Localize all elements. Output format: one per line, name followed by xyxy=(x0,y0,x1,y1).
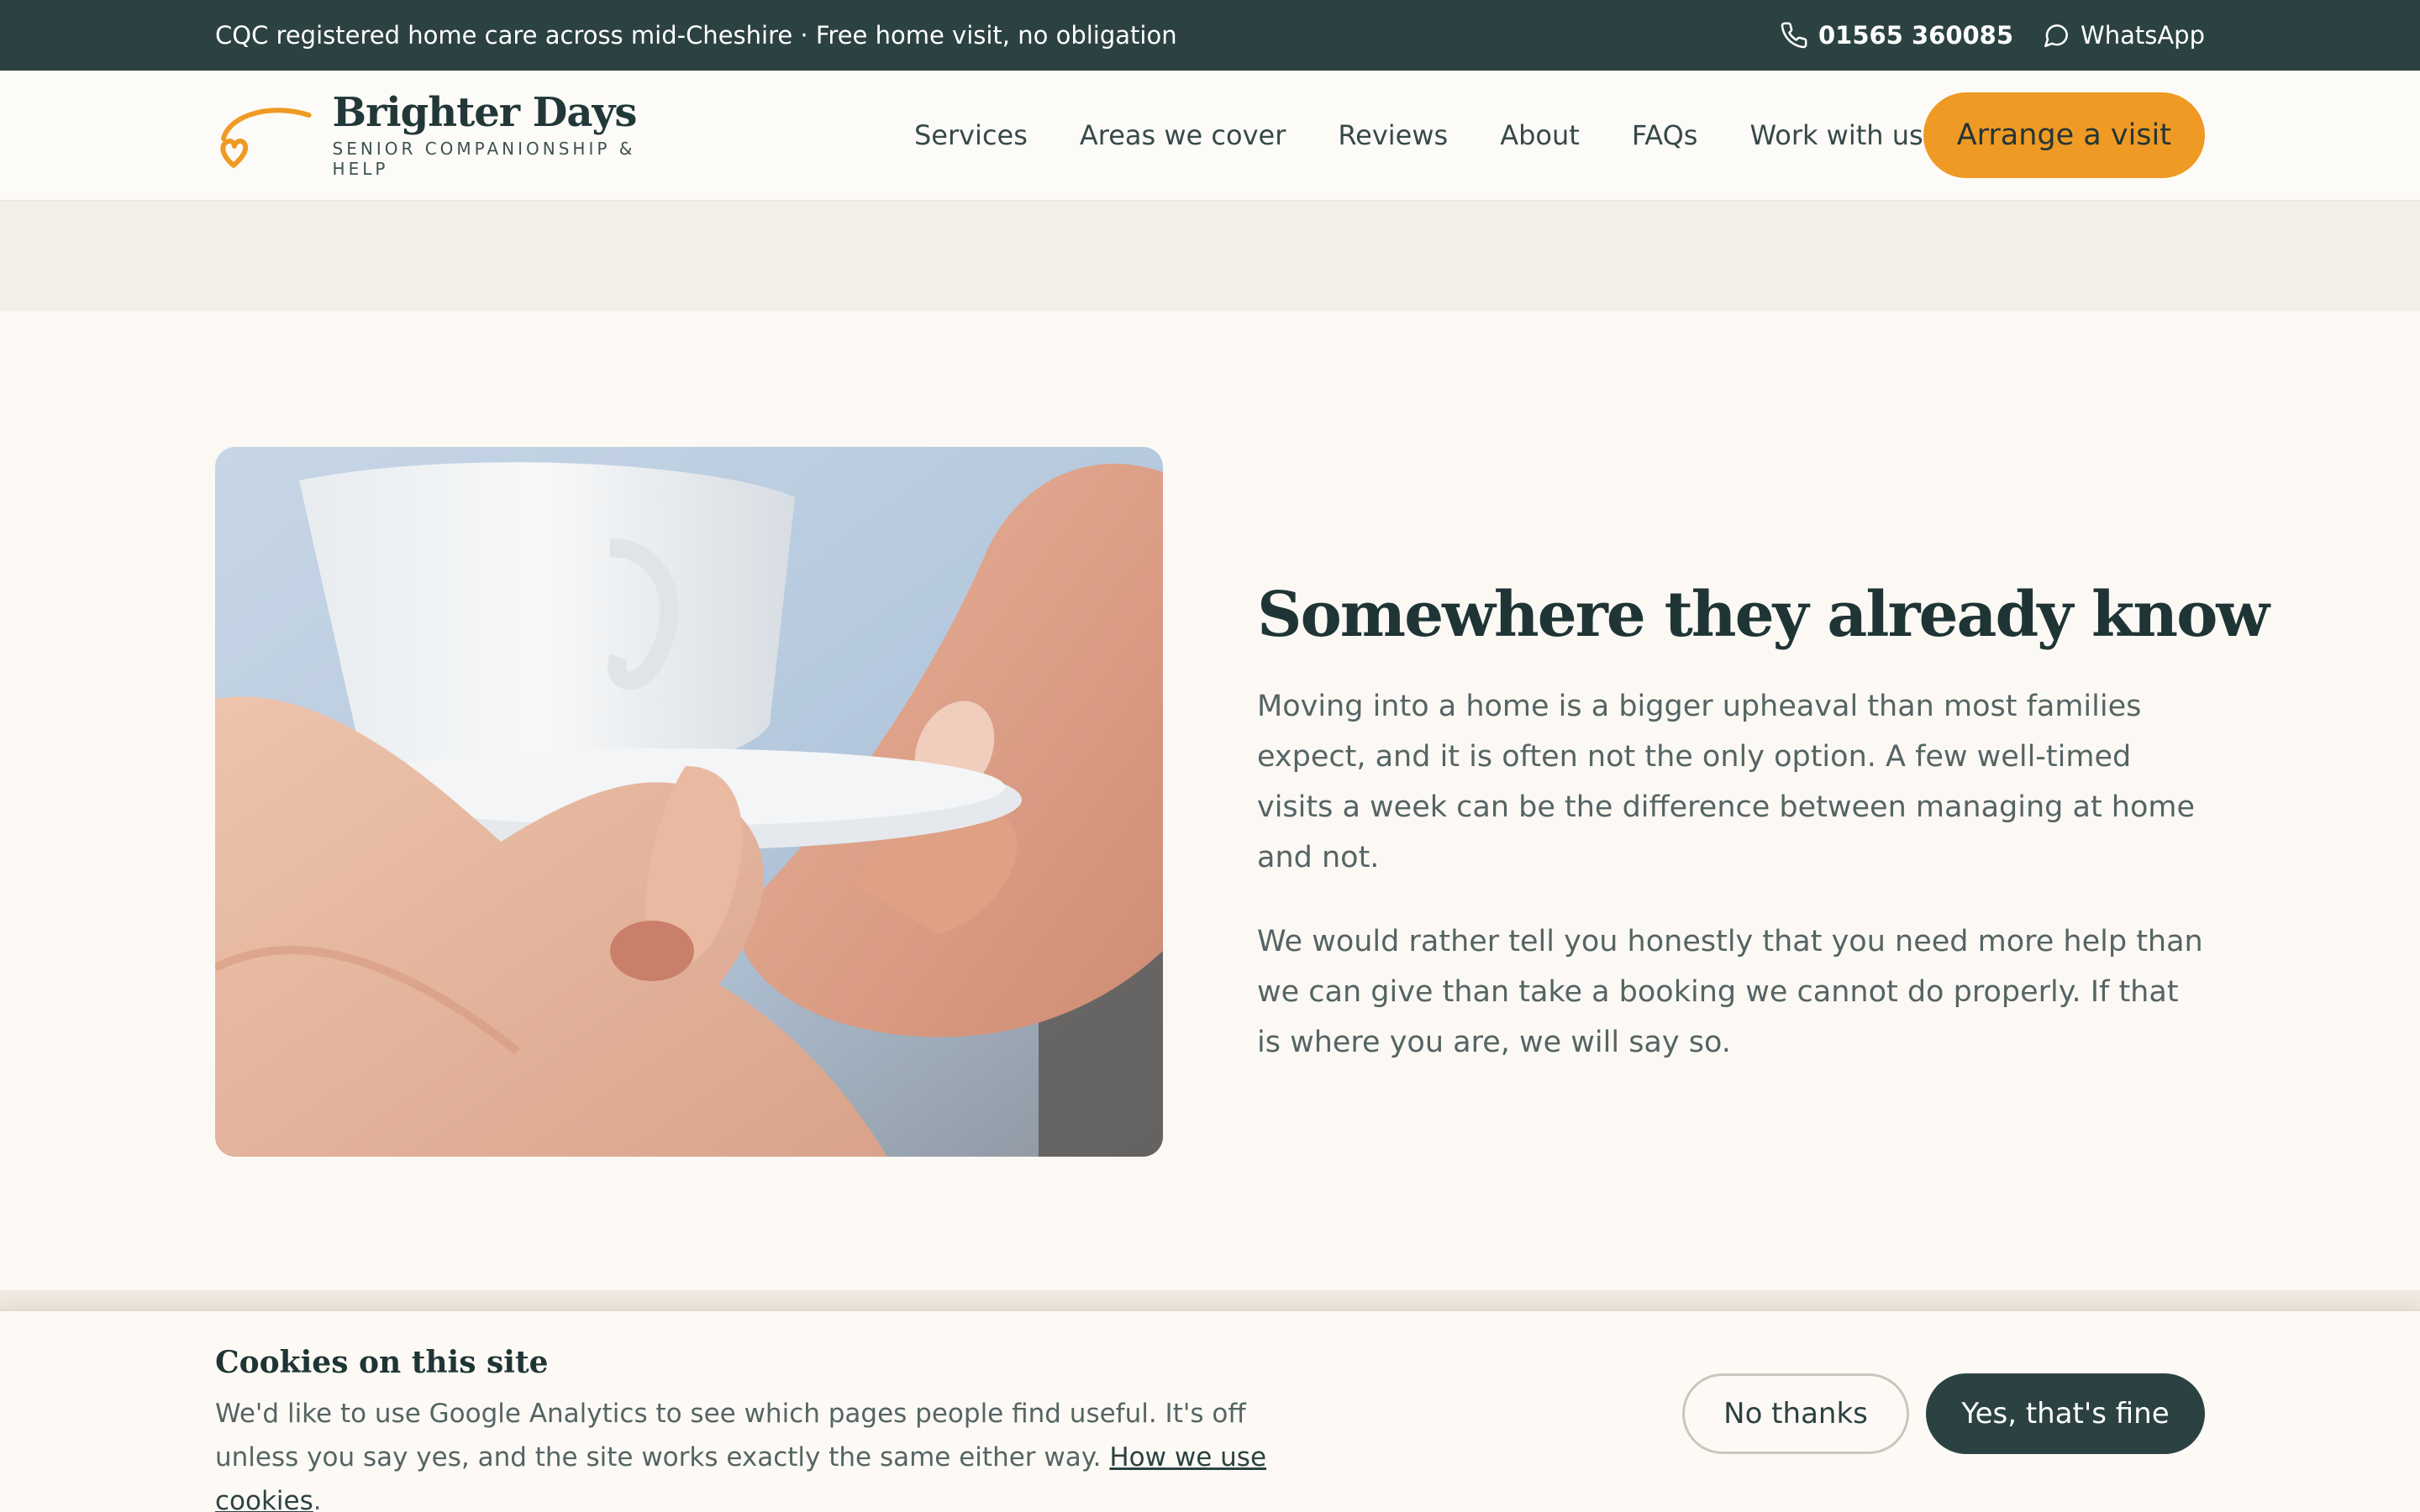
accept-cookies-button[interactable]: Yes, that's fine xyxy=(1926,1373,2205,1454)
brand-text: Brighter Days SENIOR COMPANIONSHIP & HEL… xyxy=(332,88,699,180)
arrange-visit-button[interactable]: Arrange a visit xyxy=(1923,92,2205,178)
top-bar-tagline: CQC registered home care across mid-Ches… xyxy=(215,21,1177,50)
phone-icon xyxy=(1781,22,1807,49)
whatsapp-label: WhatsApp xyxy=(2081,21,2205,50)
section-paragraph-1: Moving into a home is a bigger upheaval … xyxy=(1257,690,2196,875)
section-paragraph-2: We would rather tell you honestly that y… xyxy=(1257,925,2203,1060)
chat-bubble-icon xyxy=(2044,24,2069,48)
top-bar: CQC registered home care across mid-Ches… xyxy=(0,0,2420,71)
whatsapp-link[interactable]: WhatsApp xyxy=(2042,21,2205,50)
brand-name: Brighter Days xyxy=(332,88,638,136)
nav-item-services[interactable]: Services xyxy=(914,119,1028,151)
cookie-text: We'd like to use Google Analytics to see… xyxy=(215,1399,1246,1473)
teacup-hands-photo xyxy=(215,447,1163,1157)
cookie-message: We'd like to use Google Analytics to see… xyxy=(215,1392,1333,1512)
intro-section: Somewhere they already know Moving into … xyxy=(1257,579,2270,1068)
page-banner-strip xyxy=(0,202,2420,311)
phone-link[interactable]: 01565 360085 xyxy=(1780,21,2013,50)
decline-cookies-button[interactable]: No thanks xyxy=(1682,1373,1909,1454)
nav-item-work-with-us[interactable]: Work with us xyxy=(1749,119,1923,151)
nav-item-reviews[interactable]: Reviews xyxy=(1338,119,1448,151)
nav-item-about[interactable]: About xyxy=(1500,119,1580,151)
site-header: Brighter Days SENIOR COMPANIONSHIP & HEL… xyxy=(0,71,2420,202)
top-bar-contacts: 01565 360085 WhatsApp xyxy=(1780,21,2205,50)
main-nav: Services Areas we cover Reviews About FA… xyxy=(914,119,1923,151)
heart-logo-icon xyxy=(220,108,312,168)
cookie-title: Cookies on this site xyxy=(215,1345,549,1380)
nav-item-areas[interactable]: Areas we cover xyxy=(1080,119,1286,151)
cookie-banner: Cookies on this site We'd like to use Go… xyxy=(0,1309,2420,1512)
section-heading: Somewhere they already know xyxy=(1257,579,2270,651)
brand-tagline: SENIOR COMPANIONSHIP & HELP xyxy=(332,139,636,180)
cookie-link-suffix: . xyxy=(313,1486,322,1512)
brand-logo[interactable]: Brighter Days SENIOR COMPANIONSHIP & HEL… xyxy=(215,88,699,180)
phone-number: 01565 360085 xyxy=(1818,21,2014,50)
nav-item-faqs[interactable]: FAQs xyxy=(1632,119,1698,151)
photo-illustration xyxy=(215,447,1163,1157)
